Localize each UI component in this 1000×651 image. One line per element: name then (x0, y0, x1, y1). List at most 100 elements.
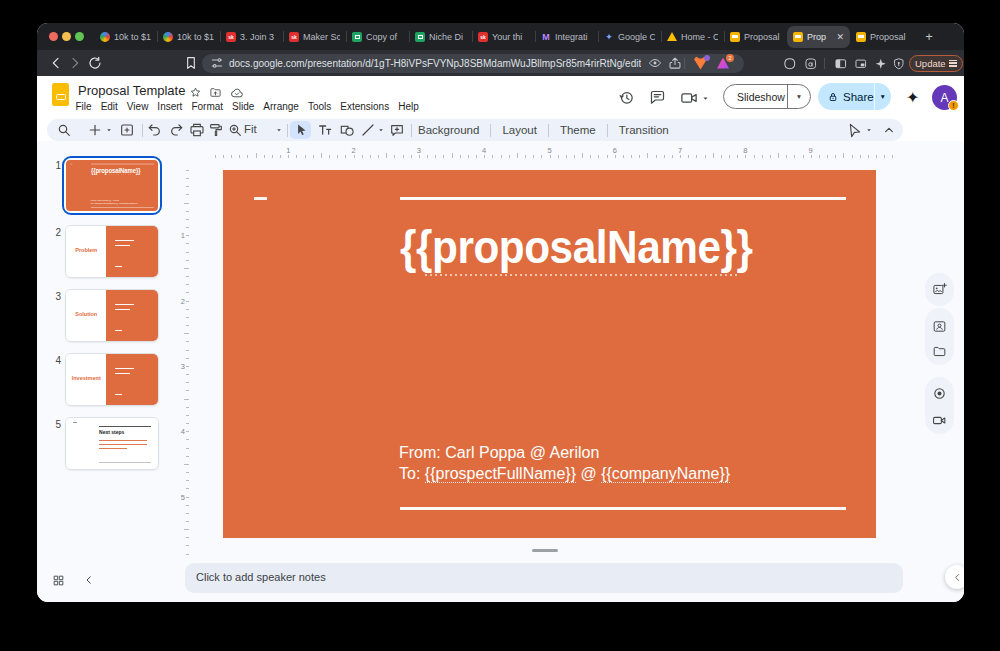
sparkle-icon[interactable] (874, 57, 890, 73)
laser-caret-icon[interactable] (865, 126, 873, 134)
reload-icon[interactable] (87, 55, 103, 71)
print-icon[interactable] (189, 122, 205, 138)
move-folder-icon[interactable] (209, 86, 222, 99)
back-icon[interactable] (48, 55, 64, 71)
text-box-icon[interactable] (317, 122, 333, 138)
new-slide-caret-icon[interactable] (105, 126, 113, 134)
undo-icon[interactable] (147, 122, 163, 138)
line-icon[interactable] (360, 122, 376, 138)
browser-tab-3[interactable]: sk3. Join 3 (220, 23, 283, 50)
templates-icon[interactable] (932, 319, 947, 334)
toolbar-transition-button[interactable]: Transition (608, 124, 680, 136)
share-caret-icon[interactable]: ▼ (875, 93, 891, 100)
menu-file[interactable]: File (71, 100, 96, 113)
browser-tab-7[interactable]: skYour thi (472, 23, 535, 50)
menu-slide[interactable]: Slide (228, 100, 259, 113)
close-window-button[interactable] (49, 32, 58, 41)
site-settings-icon[interactable] (210, 56, 224, 70)
zoom-select[interactable]: Fit (244, 123, 257, 135)
slide-title[interactable]: {{proposalName}} (91, 167, 141, 174)
browser-tab-8[interactable]: MIntegrati (535, 23, 598, 50)
menu-arrange[interactable]: Arrange (259, 100, 304, 113)
browser-tab-13[interactable]: Proposal (850, 23, 913, 50)
version-history-icon[interactable] (618, 89, 635, 106)
document-title[interactable]: Proposal Template (78, 83, 185, 98)
browser-tab-1[interactable]: 10k to $1 (94, 23, 157, 50)
cloud-status-icon[interactable] (230, 86, 244, 100)
line-caret-icon[interactable] (377, 126, 385, 134)
zoom-caret-icon[interactable] (275, 126, 283, 134)
zoom-icon[interactable] (227, 122, 243, 138)
browser-tab-5[interactable]: Copy of (346, 23, 409, 50)
zoom-window-button[interactable] (75, 32, 84, 41)
menu-format[interactable]: Format (187, 100, 228, 113)
new-slide-plus-icon[interactable] (87, 122, 103, 138)
new-slide-icon[interactable] (119, 122, 135, 138)
insert-comment-icon[interactable] (389, 122, 405, 138)
folder-icon[interactable] (932, 344, 947, 359)
menu-extensions[interactable]: Extensions (336, 100, 394, 113)
toolbar-background-button[interactable]: Background (407, 124, 490, 136)
notes-resize-handle[interactable] (532, 549, 558, 552)
slides-logo[interactable] (52, 83, 69, 106)
slide-thumbnail-3[interactable]: Solution (65, 289, 159, 342)
collapse-side-panel-icon[interactable] (945, 565, 964, 589)
browser-tab-6[interactable]: Niche Di (409, 23, 472, 50)
paint-format-icon[interactable] (208, 122, 224, 138)
tab-title: Integrati (555, 32, 592, 42)
comments-icon[interactable] (649, 89, 666, 106)
browser-tab-10[interactable]: Home - C (661, 23, 724, 50)
tab-title: Copy of (366, 32, 403, 42)
sidebar-toggle-icon[interactable] (834, 57, 850, 73)
tab-close-icon[interactable]: ✕ (836, 32, 844, 42)
meet-caret-icon[interactable] (701, 94, 710, 103)
menu-edit[interactable]: Edit (96, 100, 122, 113)
laser-pointer-icon[interactable] (847, 122, 863, 138)
insert-image-icon[interactable] (932, 282, 947, 297)
star-icon[interactable] (189, 86, 202, 99)
update-browser-button[interactable]: Update (909, 55, 963, 72)
slide-subtitle[interactable]: From: Carl Poppa @ Aerilon To: {{prospec… (399, 443, 730, 484)
browser-tab-9[interactable]: ✦Google C (598, 23, 661, 50)
slide-thumbnail-2[interactable]: Problem (65, 225, 159, 278)
speaker-notes[interactable]: Click to add speaker notes (185, 563, 903, 593)
select-tool-button[interactable] (290, 121, 311, 139)
browser-tab-12[interactable]: Prop✕ (787, 26, 850, 48)
slide-title[interactable]: {{proposalName}} (400, 221, 752, 273)
menu-view[interactable]: View (122, 100, 153, 113)
video-camera-icon[interactable] (932, 413, 947, 428)
search-menus-icon[interactable] (56, 122, 72, 138)
grid-view-icon[interactable] (52, 574, 65, 587)
reader-mode-icon[interactable] (648, 56, 662, 70)
slide-thumbnail-4[interactable]: Investment (65, 353, 159, 406)
browser-tab-4[interactable]: skMaker Sc (283, 23, 346, 50)
forward-icon[interactable] (67, 55, 83, 71)
meet-camera-icon[interactable] (680, 89, 698, 107)
new-tab-button[interactable]: + (921, 29, 937, 45)
brave-shields-badge (704, 55, 710, 61)
picture-in-picture-icon[interactable] (854, 57, 870, 73)
menu-help[interactable]: Help (394, 100, 424, 113)
toolbar-layout-button[interactable]: Layout (491, 124, 548, 136)
share-page-icon[interactable] (668, 56, 682, 70)
gemini-icon[interactable]: ✦ (906, 88, 919, 107)
vpn-shield-icon[interactable] (892, 57, 908, 73)
reading-list-icon[interactable] (804, 57, 820, 73)
browser-tab-11[interactable]: Proposal (724, 23, 787, 50)
slideshow-caret-icon[interactable]: ▼ (788, 93, 810, 100)
slide-canvas[interactable]: {{proposalName}} From: Carl Poppa @ Aeri… (223, 170, 876, 538)
url-field[interactable]: docs.google.com/presentation/d/1gT-H8iVP… (202, 54, 744, 73)
slideshow-button[interactable]: Slideshow ▼ (723, 84, 811, 109)
share-button[interactable]: Share ▼ (818, 83, 891, 110)
record-icon[interactable] (932, 386, 947, 401)
slide-subtitle[interactable]: From: Carl Poppa @ Aerilon To: {{prospec… (91, 198, 138, 204)
slide-thumbnail-5[interactable]: Next steps (65, 417, 159, 470)
shape-icon[interactable] (339, 122, 355, 138)
collapse-toolbar-icon[interactable] (881, 122, 897, 138)
menu-tools[interactable]: Tools (303, 100, 335, 113)
minimize-window-button[interactable] (62, 32, 71, 41)
slide-thumbnail-1[interactable]: {{proposalName}} From: Carl Poppa @ Aeri… (62, 156, 162, 215)
toolbar-theme-button[interactable]: Theme (549, 124, 607, 136)
leo-ai-icon[interactable] (783, 57, 799, 73)
collapse-filmstrip-icon[interactable] (83, 574, 95, 586)
